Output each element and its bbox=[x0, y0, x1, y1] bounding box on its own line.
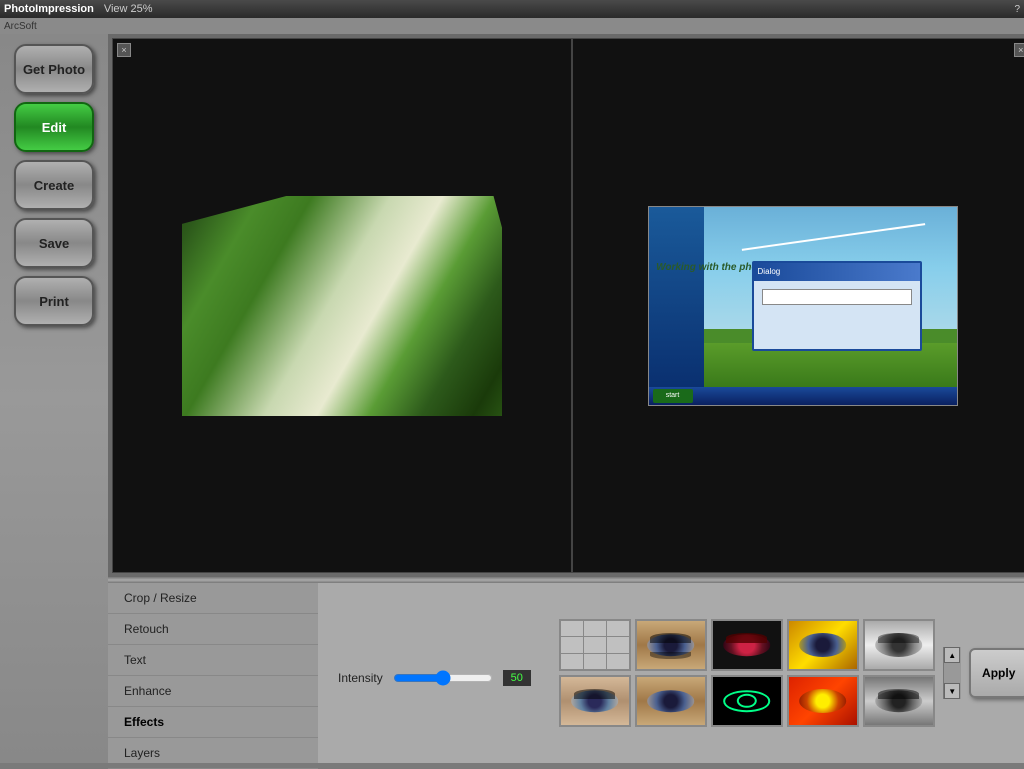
effect-thumb-grid[interactable] bbox=[559, 619, 631, 671]
effects-grid bbox=[551, 611, 943, 735]
create-button[interactable]: Create bbox=[14, 160, 94, 210]
dialog-body bbox=[754, 281, 920, 313]
canvas-inner: × × bbox=[112, 38, 1024, 573]
main-layout: Get Photo Edit Create Save Print × × bbox=[0, 34, 1024, 763]
arcsoft-label: ArcSoft bbox=[4, 21, 37, 32]
effect-thumb-eye-normal[interactable] bbox=[635, 619, 707, 671]
arcsoft-bar: ArcSoft bbox=[0, 18, 1024, 34]
scroll-up-arrow[interactable]: ▲ bbox=[944, 647, 960, 663]
effect-thumb-eye-gray[interactable] bbox=[863, 619, 935, 671]
forest-image bbox=[182, 196, 502, 416]
apply-button[interactable]: Apply bbox=[969, 648, 1024, 698]
dialog-input bbox=[762, 289, 912, 305]
effects-row-1 bbox=[559, 619, 935, 671]
right-canvas-pane: × Working with the photoimression bbox=[573, 39, 1024, 572]
menu-item-retouch[interactable]: Retouch bbox=[108, 614, 318, 645]
effects-row-2 bbox=[559, 675, 935, 727]
effects-scrollbar[interactable]: ▲ ▼ bbox=[943, 647, 961, 699]
bottom-menu: Crop / Resize Retouch Text Enhance Effec… bbox=[108, 583, 318, 763]
dialog-title-bar: Dialog bbox=[754, 263, 920, 281]
title-bar: PhotoImpression View 25% ? bbox=[0, 0, 1024, 18]
right-close-button[interactable]: × bbox=[1014, 43, 1024, 57]
forest-image-inner bbox=[182, 196, 502, 416]
save-button[interactable]: Save bbox=[14, 218, 94, 268]
menu-item-text[interactable]: Text bbox=[108, 645, 318, 676]
bottom-panel: Crop / Resize Retouch Text Enhance Effec… bbox=[108, 583, 1024, 763]
start-label: start bbox=[666, 392, 680, 399]
left-sidebar: Get Photo Edit Create Save Print bbox=[0, 34, 108, 763]
intensity-label: Intensity bbox=[338, 671, 383, 685]
center-area: × × bbox=[108, 34, 1024, 763]
left-close-button[interactable]: × bbox=[117, 43, 131, 57]
menu-item-effects[interactable]: Effects bbox=[108, 707, 318, 738]
effect-thumb-eye-dark[interactable] bbox=[711, 619, 783, 671]
get-photo-button[interactable]: Get Photo bbox=[14, 44, 94, 94]
effect-thumb-eye-night[interactable] bbox=[863, 675, 935, 727]
menu-item-crop[interactable]: Crop / Resize bbox=[108, 583, 318, 614]
effect-thumb-eye-yellow[interactable] bbox=[787, 619, 859, 671]
print-button[interactable]: Print bbox=[14, 276, 94, 326]
view-zoom-text: View 25% bbox=[104, 3, 153, 15]
canvas-area: × × bbox=[108, 34, 1024, 577]
app-title: PhotoImpression bbox=[4, 3, 94, 15]
intensity-slider[interactable] bbox=[393, 671, 493, 685]
effect-thumb-eye-light[interactable] bbox=[559, 675, 631, 727]
screenshot-dialog: Dialog bbox=[752, 261, 922, 351]
effects-area: ▲ ▼ bbox=[551, 583, 961, 763]
screenshot-taskbar: start bbox=[649, 387, 957, 405]
start-button: start bbox=[653, 389, 693, 403]
intensity-control: Intensity 50 bbox=[338, 670, 531, 686]
left-canvas-pane: × bbox=[113, 39, 573, 572]
screenshot-image: Working with the photoimression Dialog bbox=[648, 206, 958, 406]
effect-thumb-eye-red[interactable] bbox=[787, 675, 859, 727]
effect-thumb-eye-outline[interactable] bbox=[711, 675, 783, 727]
scroll-down-arrow[interactable]: ▼ bbox=[944, 683, 960, 699]
bottom-center: Intensity 50 bbox=[318, 583, 551, 763]
menu-item-enhance[interactable]: Enhance bbox=[108, 676, 318, 707]
dialog-title-text: Dialog bbox=[758, 267, 781, 276]
screenshot-sidebar bbox=[649, 207, 704, 387]
menu-item-layers[interactable]: Layers bbox=[108, 738, 318, 769]
help-button[interactable]: ? bbox=[1014, 4, 1020, 15]
effect-thumb-eye-pixelated[interactable] bbox=[635, 675, 707, 727]
intensity-value: 50 bbox=[503, 670, 531, 686]
edit-button[interactable]: Edit bbox=[14, 102, 94, 152]
